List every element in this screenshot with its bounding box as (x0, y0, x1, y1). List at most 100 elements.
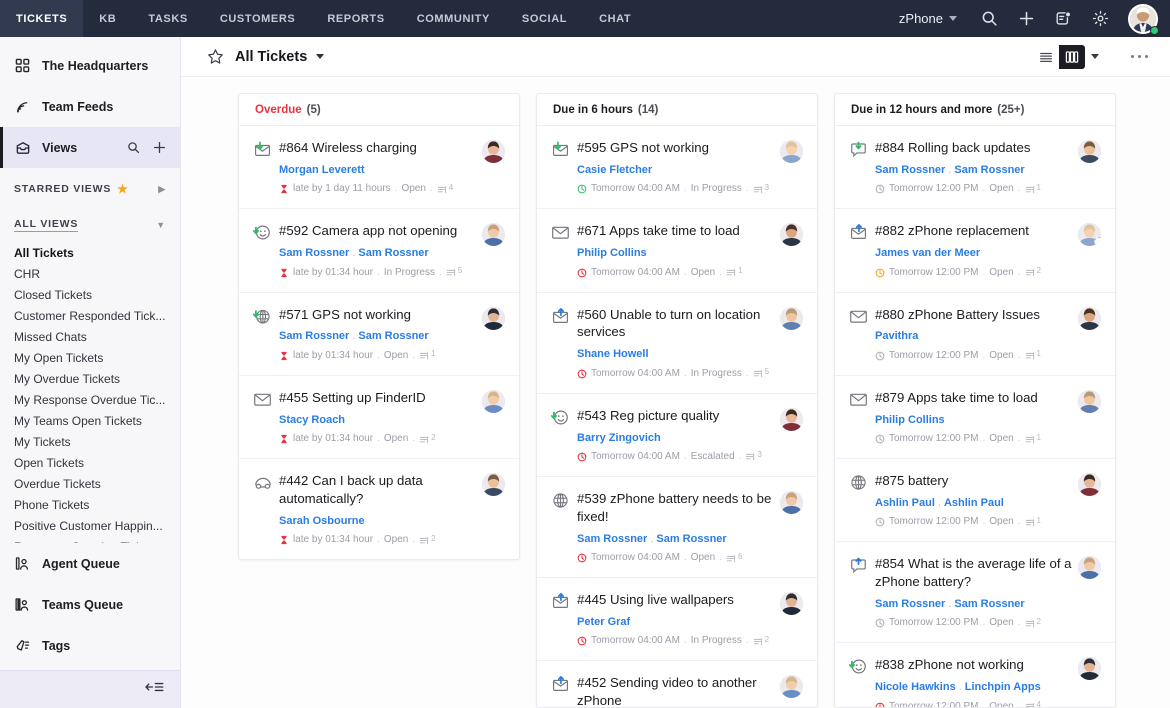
company-link[interactable]: Ashlin Paul (944, 497, 1004, 509)
avatar[interactable] (482, 473, 505, 496)
ticket-subject[interactable]: #854 What is the average life of a zPhon… (875, 555, 1072, 591)
requester-link[interactable]: Philip Collins (875, 414, 945, 426)
ticket-subject[interactable]: #864 Wireless charging (279, 139, 476, 157)
avatar[interactable] (780, 675, 803, 698)
requester-link[interactable]: James van der Meer (875, 247, 980, 259)
sidebar-view-item[interactable]: Open Tickets (0, 452, 180, 473)
ticket-subject[interactable]: #880 zPhone Battery Issues (875, 306, 1072, 324)
sidebar-item-teams-queue[interactable]: Teams Queue (0, 584, 180, 625)
ticket-card[interactable]: #875 batteryAshlin Paul.Ashlin PaulTomor… (835, 459, 1115, 542)
avatar[interactable] (482, 390, 505, 413)
requester-link[interactable]: Sam Rossner (279, 330, 349, 342)
nav-item-social[interactable]: SOCIAL (506, 0, 583, 37)
sidebar-item-team-feeds[interactable]: Team Feeds (0, 86, 180, 127)
ticket-subject[interactable]: #882 zPhone replacement (875, 222, 1072, 240)
ticket-card[interactable]: #539 zPhone battery needs to be fixed! Sa… (537, 477, 817, 578)
sidebar-view-item[interactable]: My Open Tickets (0, 347, 180, 368)
avatar[interactable] (780, 140, 803, 163)
view-mode-chevron-down-icon[interactable] (1085, 45, 1105, 69)
star-outline-icon[interactable] (205, 47, 225, 67)
avatar[interactable] (482, 223, 505, 246)
ticket-card[interactable]: #854 What is the average life of a zPhon… (835, 542, 1115, 643)
brand-selector[interactable]: zPhone (887, 11, 969, 26)
requester-link[interactable]: Casie Fletcher (577, 164, 652, 176)
ticket-subject[interactable]: #875 battery (875, 472, 1072, 490)
requester-link[interactable]: Pavithra (875, 330, 918, 342)
requester-link[interactable]: Sarah Osbourne (279, 515, 365, 527)
avatar[interactable] (780, 408, 803, 431)
sidebar-view-item[interactable]: Closed Tickets (0, 284, 180, 305)
requester-link[interactable]: Morgan Leverett (279, 164, 365, 176)
search-icon[interactable] (972, 2, 1006, 36)
requester-link[interactable]: Sam Rossner (875, 598, 945, 610)
requester-link[interactable]: Sam Rossner (875, 164, 945, 176)
nav-item-kb[interactable]: KB (83, 0, 132, 37)
ticket-card[interactable]: #884 Rolling back updatesSam Rossner.Sam… (835, 126, 1115, 209)
requester-link[interactable]: Sam Rossner (577, 533, 647, 545)
ticket-subject[interactable]: #442 Can I back up data automatically? (279, 472, 476, 508)
nav-item-reports[interactable]: REPORTS (311, 0, 400, 37)
avatar[interactable] (482, 307, 505, 330)
ticket-card[interactable]: #543 Reg picture qualityBarry ZingovichT… (537, 394, 817, 477)
requester-link[interactable]: Nicole Hawkins (875, 681, 956, 693)
nav-item-tickets[interactable]: TICKETS (0, 0, 83, 37)
avatar[interactable] (1078, 140, 1101, 163)
ticket-card[interactable]: #452 Sending video to another zPhoneRaje… (537, 661, 817, 707)
ticket-subject[interactable]: #455 Setting up FinderID (279, 389, 476, 407)
sidebar-view-item[interactable]: Response Overdue Tickets (0, 536, 180, 543)
company-link[interactable]: Sam Rossner (954, 164, 1024, 176)
requester-link[interactable]: Barry Zingovich (577, 432, 661, 444)
ticket-card[interactable]: #595 GPS not workingCasie FletcherTomorr… (537, 126, 817, 209)
company-link[interactable]: Linchpin Apps (965, 681, 1041, 693)
avatar[interactable] (780, 307, 803, 330)
views-search-icon[interactable] (126, 141, 140, 155)
list-view-icon[interactable] (1033, 45, 1059, 69)
ticket-card[interactable]: #560 Unable to turn on location services… (537, 293, 817, 394)
sidebar-view-item[interactable]: My Overdue Tickets (0, 368, 180, 389)
ticket-subject[interactable]: #595 GPS not working (577, 139, 774, 157)
avatar[interactable] (780, 491, 803, 514)
company-link[interactable]: Sam Rossner (656, 533, 726, 545)
avatar[interactable] (1128, 4, 1158, 34)
views-add-icon[interactable] (152, 141, 166, 155)
nav-item-tasks[interactable]: TASKS (132, 0, 203, 37)
avatar[interactable] (780, 592, 803, 615)
sidebar-view-item[interactable]: My Tickets (0, 431, 180, 452)
requester-link[interactable]: Stacy Roach (279, 414, 345, 426)
sidebar-view-item[interactable]: My Teams Open Tickets (0, 410, 180, 431)
avatar[interactable] (1078, 657, 1101, 680)
sidebar-view-item[interactable]: CHR (0, 263, 180, 284)
ticket-card[interactable]: #879 Apps take time to load Philip Collin… (835, 376, 1115, 459)
requester-link[interactable]: Philip Collins (577, 247, 647, 259)
avatar[interactable] (1078, 556, 1101, 579)
ticket-card[interactable]: #671 Apps take time to load Philip Collin… (537, 209, 817, 292)
ticket-subject[interactable]: #879 Apps take time to load (875, 389, 1072, 407)
ticket-card[interactable]: #592 Camera app not openingSam Rossner.S… (239, 209, 519, 292)
ticket-subject[interactable]: #445 Using live wallpapers (577, 591, 774, 609)
ticket-subject[interactable]: #671 Apps take time to load (577, 222, 774, 240)
sidebar-item-views[interactable]: Views (0, 127, 180, 168)
sidebar-view-item[interactable]: Overdue Tickets (0, 473, 180, 494)
nav-item-chat[interactable]: CHAT (583, 0, 647, 37)
nav-item-community[interactable]: COMMUNITY (401, 0, 506, 37)
avatar[interactable] (1078, 390, 1101, 413)
avatar[interactable] (1078, 307, 1101, 330)
avatar[interactable] (482, 140, 505, 163)
ticket-subject[interactable]: #571 GPS not working (279, 306, 476, 324)
ticket-subject[interactable]: #838 zPhone not working (875, 656, 1072, 674)
avatar[interactable] (1078, 473, 1101, 496)
plus-icon[interactable] (1009, 2, 1043, 36)
ticket-card[interactable]: #571 GPS not workingSam Rossner.Sam Ross… (239, 293, 519, 376)
requester-link[interactable]: Peter Graf (577, 616, 630, 628)
sidebar-item-headquarters[interactable]: The Headquarters (0, 45, 180, 86)
avatar[interactable] (780, 223, 803, 246)
ticket-subject[interactable]: #592 Camera app not opening (279, 222, 476, 240)
requester-link[interactable]: Sam Rossner (279, 247, 349, 259)
requester-link[interactable]: Shane Howell (577, 348, 649, 360)
requester-link[interactable]: Ashlin Paul (875, 497, 935, 509)
ticket-card[interactable]: #442 Can I back up data automatically? Sa… (239, 459, 519, 559)
ticket-subject[interactable]: #539 zPhone battery needs to be fixed! (577, 490, 774, 526)
ticket-card[interactable]: #880 zPhone Battery IssuesPavithraTomorr… (835, 293, 1115, 376)
sidebar-view-item[interactable]: Missed Chats (0, 326, 180, 347)
ticket-card[interactable]: #445 Using live wallpapersPeter GrafTomo… (537, 578, 817, 661)
